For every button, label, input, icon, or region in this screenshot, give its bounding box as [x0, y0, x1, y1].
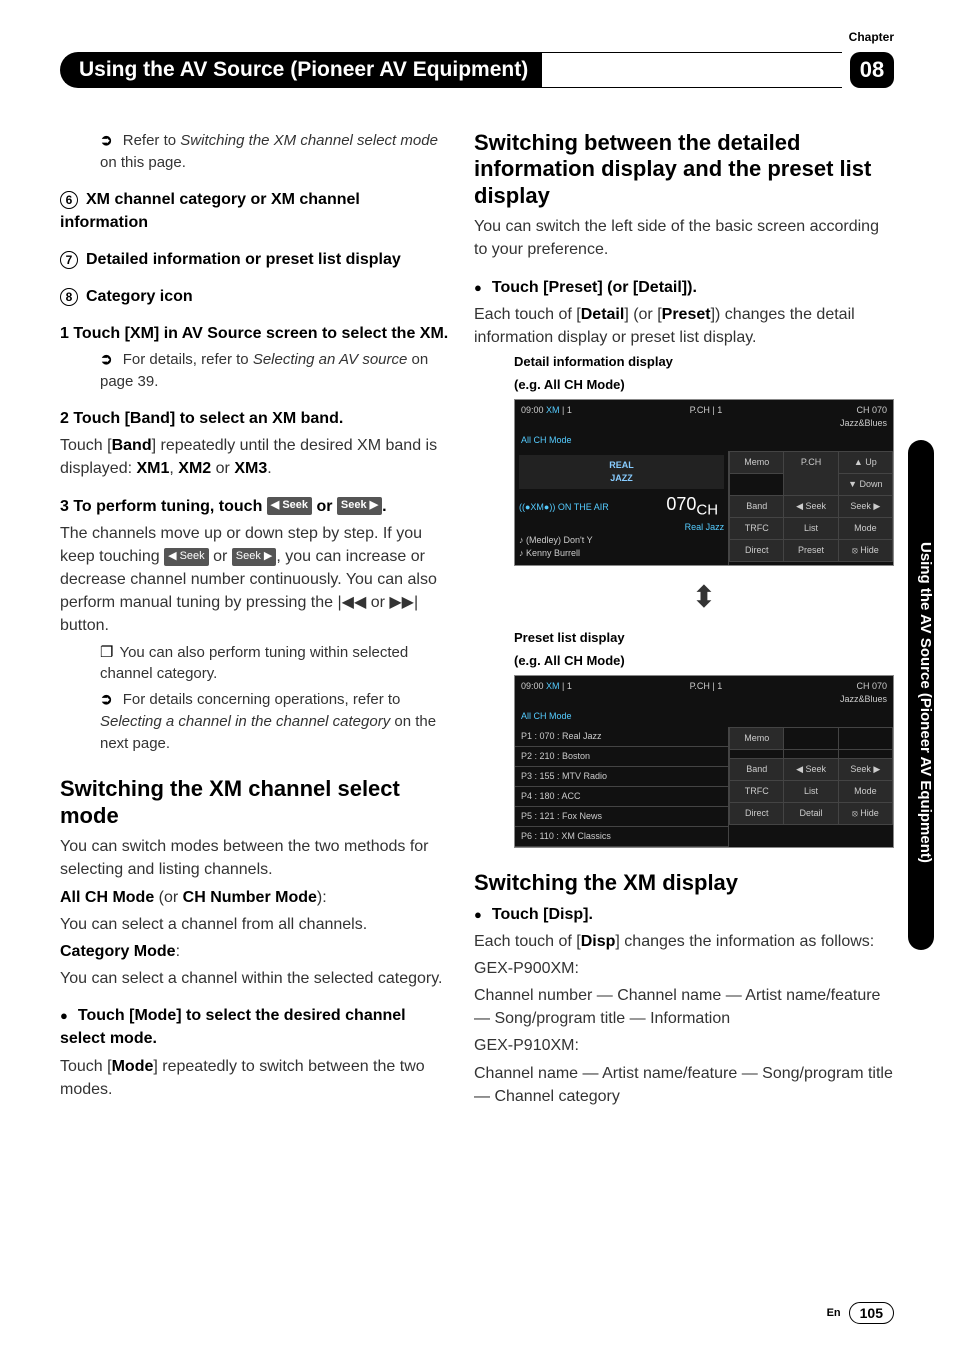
screenshot-button: TRFC [730, 781, 783, 802]
sec3-model-1-seq: Channel number — Channel name — Artist n… [474, 984, 894, 1030]
caption-detail-2: (e.g. All CH Mode) [514, 376, 894, 395]
sec1-allch: All CH Mode (or CH Number Mode): [60, 886, 450, 909]
screenshot-button [730, 750, 783, 758]
screenshot-button: Memo [730, 452, 783, 473]
step-1-head: 1 Touch [XM] in AV Source screen to sele… [60, 322, 450, 345]
screenshot-button: Mode [839, 781, 892, 802]
seek-left-icon: ◀ Seek [164, 548, 209, 566]
step-2-body: Touch [Band] repeatedly until the desire… [60, 434, 450, 480]
screenshot-button: Direct [730, 540, 783, 561]
screenshot-button: Band [730, 759, 783, 780]
section-switch-display-title: Switching between the detailed informati… [474, 130, 894, 209]
sec2-p1: You can switch the left side of the basi… [474, 215, 894, 261]
screenshot-button: List [784, 518, 837, 539]
step-3-note-1: You can also perform tuning within selec… [60, 642, 450, 686]
preset-row: P5 : 121 : Fox News [515, 807, 728, 827]
step-1-ref: For details, refer to Selecting an AV so… [60, 349, 450, 393]
footer-lang: En [827, 1307, 841, 1319]
screenshot-button: ◀ Seek [784, 496, 837, 517]
preset-row: P3 : 155 : MTV Radio [515, 767, 728, 787]
page-title: Using the AV Source (Pioneer AV Equipmen… [61, 53, 542, 87]
sec3-model-2-seq: Channel name — Artist name/feature — Son… [474, 1062, 894, 1108]
skip-next-icon: ▶▶| [389, 594, 418, 611]
screenshot-button: Direct [730, 803, 783, 824]
item-8: 8Category icon [60, 285, 450, 308]
sec2-step-body: Each touch of [Detail] (or [Preset]) cha… [474, 303, 894, 349]
preset-row: P2 : 210 : Boston [515, 747, 728, 767]
screenshot-button: ⦻ Hide [839, 803, 892, 824]
chapter-label: Chapter [849, 30, 894, 44]
right-column: Switching between the detailed informati… [474, 130, 894, 1292]
screenshot-button [730, 474, 783, 495]
screenshot-button [839, 750, 892, 758]
screenshot-button: ▼ Down [839, 474, 892, 495]
screenshot-button [784, 728, 837, 749]
left-column: Refer to Switching the XM channel select… [60, 130, 450, 1292]
screenshot-button: Seek ▶ [839, 496, 892, 517]
seek-right-icon: Seek ▶ [232, 548, 277, 566]
caption-preset-2: (e.g. All CH Mode) [514, 652, 894, 671]
screenshot-button: List [784, 781, 837, 802]
skip-prev-icon: |◀◀ [337, 594, 366, 611]
screenshot-button: Memo [730, 728, 783, 749]
sec1-allch-desc: You can select a channel from all channe… [60, 913, 450, 936]
sec3-model-2: GEX-P910XM: [474, 1034, 894, 1057]
screenshot-button [839, 728, 892, 749]
sec3-step-head: Touch [Disp]. [474, 903, 894, 926]
section-switch-mode-title: Switching the XM channel select mode [60, 776, 450, 829]
preset-row: P6 : 110 : XM Classics [515, 827, 728, 847]
screenshot-button: Detail [784, 803, 837, 824]
sec1-p1: You can switch modes between the two met… [60, 835, 450, 881]
detail-display-screenshot: 09:00 XM | 1 P.CH | 1 CH 070Jazz&Blues A… [514, 399, 894, 566]
sec1-catmode-desc: You can select a channel within the sele… [60, 967, 450, 990]
screenshot-button: ⦻ Hide [839, 540, 892, 561]
side-tab-text: Using the AV Source (Pioneer AV Equipmen… [908, 440, 934, 950]
step-2-head: 2 Touch [Band] to select an XM band. [60, 407, 450, 430]
screenshot-button: P.CH [784, 452, 837, 495]
preset-list-screenshot: 09:00 XM | 1 P.CH | 1 CH 070Jazz&Blues A… [514, 675, 894, 848]
header-bar: Using the AV Source (Pioneer AV Equipmen… [60, 52, 894, 88]
caption-preset-1: Preset list display [514, 629, 894, 648]
section-switch-xm-display-title: Switching the XM display [474, 870, 894, 896]
item-7: 7Detailed information or preset list dis… [60, 248, 450, 271]
screenshot-button: ▲ Up [839, 452, 892, 473]
step-3-note-2: For details concerning operations, refer… [60, 689, 450, 754]
ref-switch-xm: Refer to Switching the XM channel select… [60, 130, 450, 174]
side-tab: Using the AV Source (Pioneer AV Equipmen… [908, 440, 934, 950]
footer: En 105 [827, 1302, 894, 1324]
seek-left-icon: ◀ Seek [267, 497, 312, 515]
seek-right-icon: Seek ▶ [337, 497, 382, 515]
screenshot-button: ◀ Seek [784, 759, 837, 780]
sec2-step-head: Touch [Preset] (or [Detail]). [474, 276, 894, 299]
screenshot-button: Seek ▶ [839, 759, 892, 780]
step-3-head: 3 To perform tuning, touch ◀ Seek or See… [60, 495, 450, 518]
sec1-step-head: Touch [Mode] to select the desired chann… [60, 1004, 450, 1050]
sec1-catmode: Category Mode: [60, 940, 450, 963]
preset-row: P4 : 180 : ACC [515, 787, 728, 807]
preset-row: P1 : 070 : Real Jazz [515, 727, 728, 747]
item-6: 6XM channel category or XM channel infor… [60, 188, 450, 234]
chapter-number: 08 [850, 52, 894, 88]
sec1-step-body: Touch [Mode] repeatedly to switch betwee… [60, 1055, 450, 1101]
screenshot-button: Mode [839, 518, 892, 539]
screenshot-button: Band [730, 496, 783, 517]
screenshot-button: Preset [784, 540, 837, 561]
page-number: 105 [849, 1302, 894, 1324]
caption-detail-1: Detail information display [514, 353, 894, 372]
screenshot-button: TRFC [730, 518, 783, 539]
updown-arrow-icon: ⬍ [514, 576, 894, 620]
sec3-model-1: GEX-P900XM: [474, 957, 894, 980]
screenshot-button [784, 750, 837, 758]
sec3-body: Each touch of [Disp] changes the informa… [474, 930, 894, 953]
step-3-body: The channels move up or down step by ste… [60, 522, 450, 638]
